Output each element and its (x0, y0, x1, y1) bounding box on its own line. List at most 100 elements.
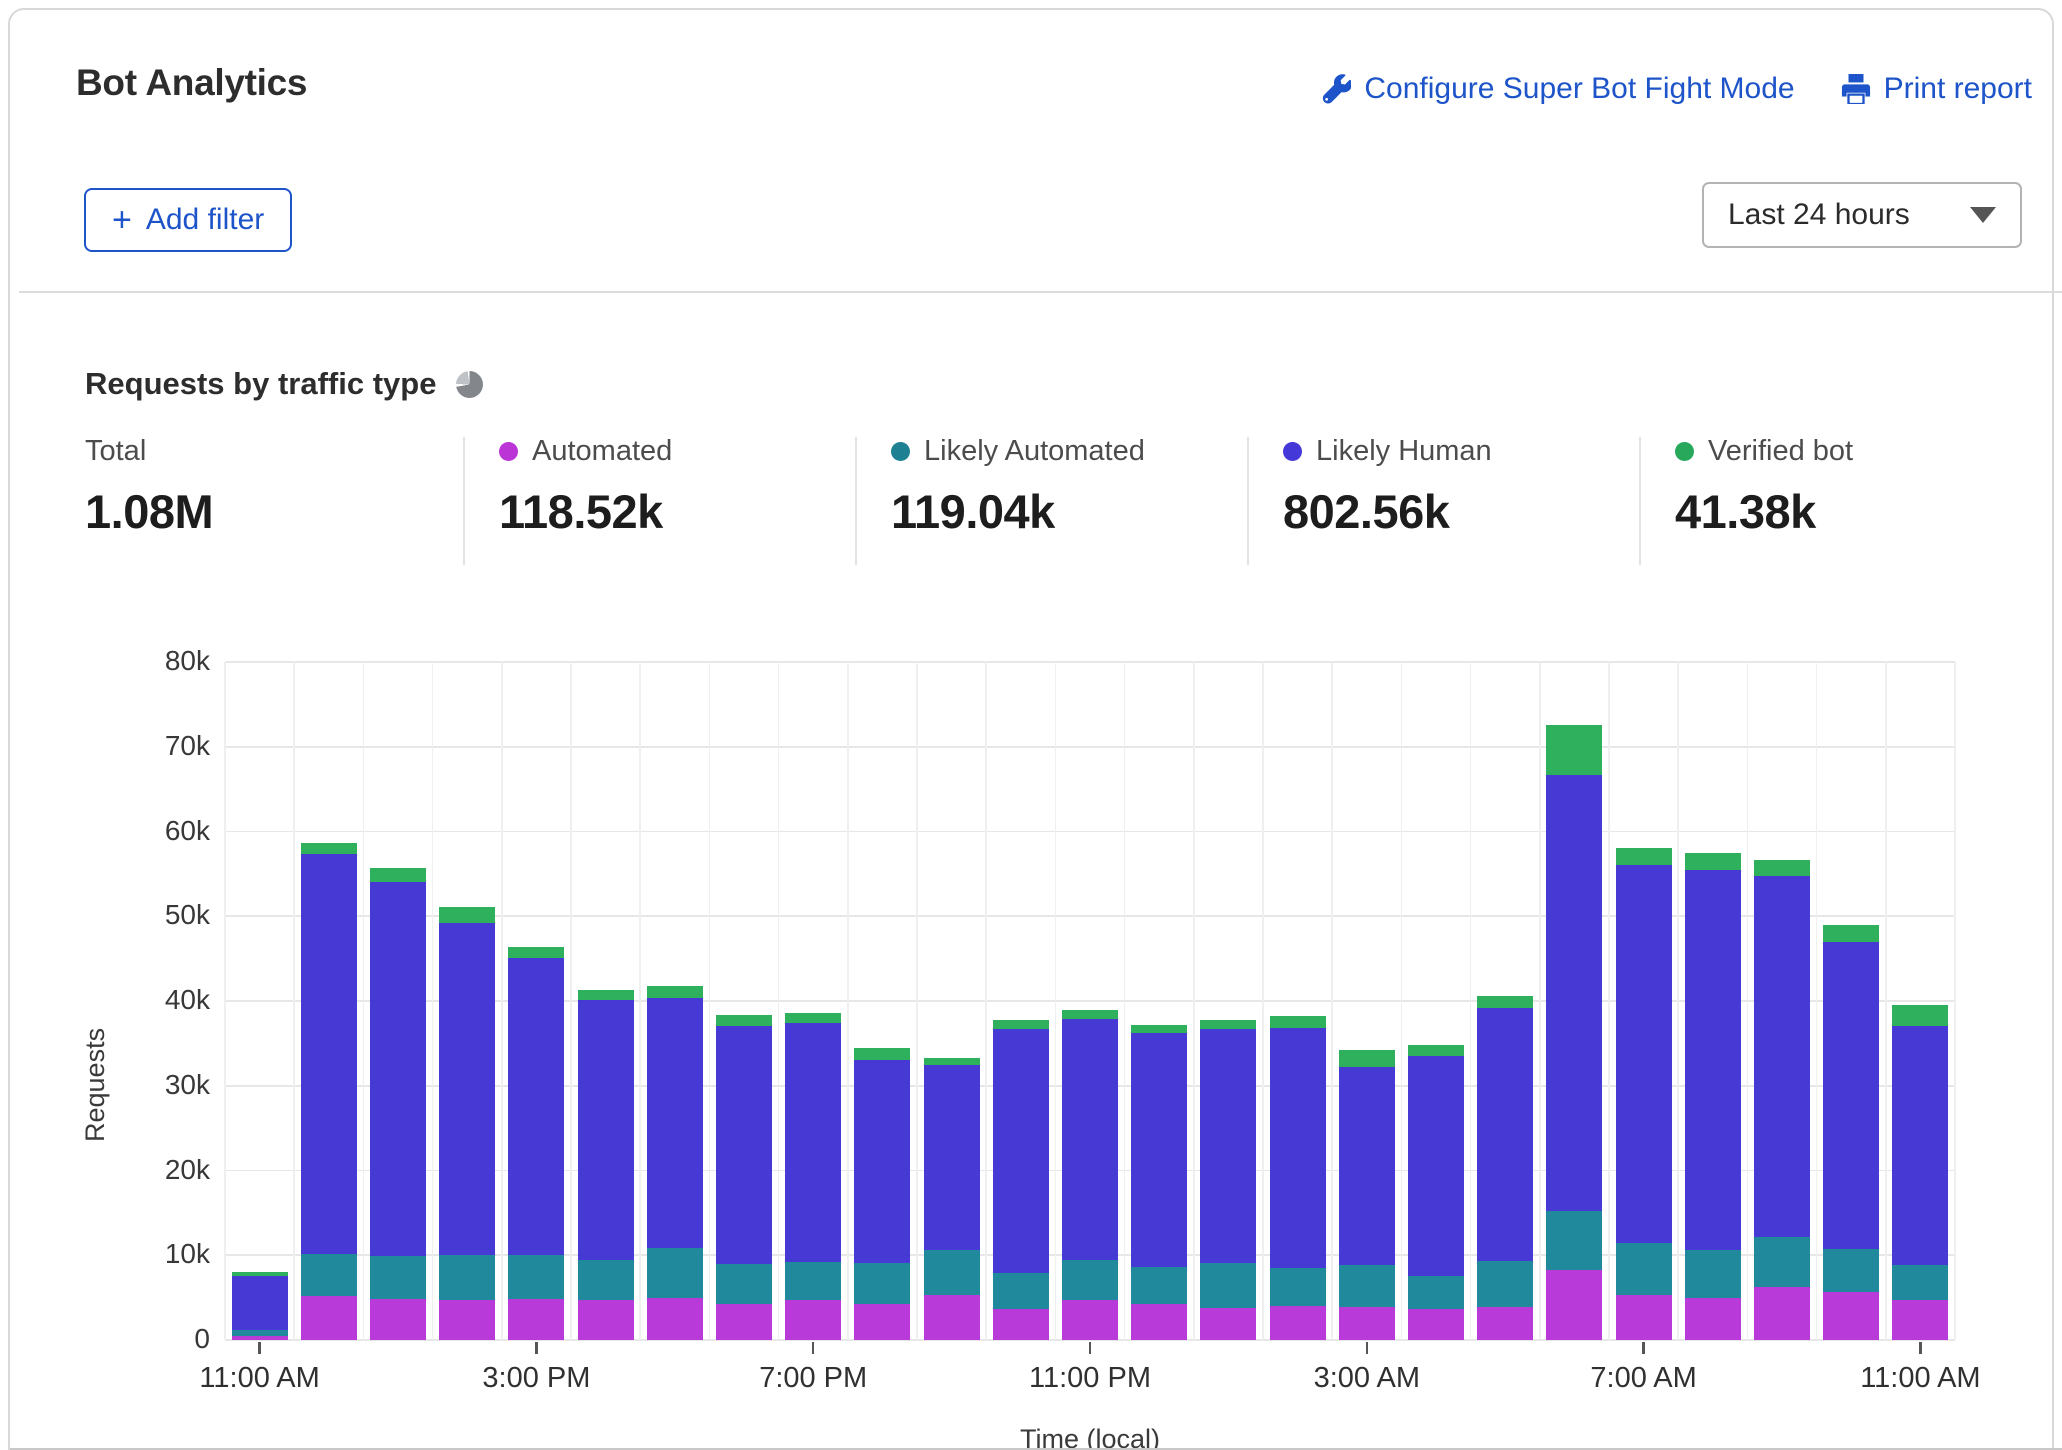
bar-column (785, 1013, 841, 1340)
time-range-value: Last 24 hours (1728, 198, 1910, 232)
stat-likely-human: Likely Human802.56k (1283, 435, 1492, 539)
bar-segment-automated (716, 1304, 772, 1340)
v-gridline (1954, 662, 1956, 1340)
print-link-label: Print report (1884, 72, 2032, 106)
x-axis-tick (1642, 1342, 1645, 1354)
bar-segment-likely-human (854, 1060, 910, 1263)
v-gridline (985, 662, 987, 1340)
bar-segment-automated (301, 1296, 357, 1340)
x-axis-tick (258, 1342, 261, 1354)
bar-segment-automated (1062, 1300, 1118, 1340)
bar-segment-likely-human (1339, 1067, 1395, 1265)
bar-column (1546, 725, 1602, 1340)
bar-segment-automated (854, 1304, 910, 1340)
x-axis-tick (1089, 1342, 1092, 1354)
bar-segment-likely-human (1892, 1026, 1948, 1265)
bar-segment-likely-automated (301, 1254, 357, 1296)
bar-column (508, 947, 564, 1340)
bar-segment-verified-bot (854, 1048, 910, 1059)
v-gridline (778, 662, 780, 1340)
y-axis-tick-label: 20k (95, 1154, 210, 1186)
bar-segment-likely-human (1546, 775, 1602, 1211)
bar-segment-likely-human (924, 1065, 980, 1250)
legend-dot (499, 442, 518, 461)
bar-column (1823, 925, 1879, 1340)
stat-divider (855, 437, 857, 565)
bar-segment-likely-automated (508, 1255, 564, 1299)
bar-segment-automated (508, 1299, 564, 1340)
page-title: Bot Analytics (76, 62, 307, 104)
configure-super-bot-fight-mode-link[interactable]: Configure Super Bot Fight Mode (1321, 72, 1794, 106)
bar-segment-likely-automated (578, 1260, 634, 1299)
bar-segment-verified-bot (370, 868, 426, 882)
y-axis-tick-label: 80k (95, 645, 210, 677)
bar-segment-verified-bot (1339, 1050, 1395, 1067)
h-gridline (225, 661, 1955, 663)
bar-segment-likely-automated (1062, 1260, 1118, 1300)
stat-value: 41.38k (1675, 484, 1853, 539)
bar-segment-automated (439, 1300, 495, 1340)
bar-segment-likely-automated (1477, 1261, 1533, 1307)
bar-segment-verified-bot (1062, 1010, 1118, 1018)
bar-segment-automated (924, 1295, 980, 1340)
bar-segment-automated (1408, 1309, 1464, 1340)
bar-column (1685, 853, 1741, 1340)
y-axis-tick-label: 10k (95, 1238, 210, 1270)
x-axis-tick-label: 7:00 AM (1524, 1362, 1764, 1395)
v-gridline (1331, 662, 1333, 1340)
stat-value: 118.52k (499, 484, 672, 539)
bar-segment-likely-human (1616, 865, 1672, 1243)
y-axis-tick-label: 30k (95, 1069, 210, 1101)
configure-link-label: Configure Super Bot Fight Mode (1364, 72, 1794, 106)
v-gridline (293, 662, 295, 1340)
bar-segment-likely-human (1754, 876, 1810, 1236)
bar-segment-verified-bot (578, 990, 634, 1000)
bar-segment-automated (1823, 1292, 1879, 1340)
bar-segment-verified-bot (1131, 1025, 1187, 1033)
bar-column (1200, 1020, 1256, 1340)
bar-column (1892, 1005, 1948, 1340)
bar-segment-verified-bot (785, 1013, 841, 1023)
bar-segment-likely-human (439, 923, 495, 1255)
bar-segment-likely-human (232, 1276, 288, 1330)
bar-segment-likely-automated (716, 1264, 772, 1304)
stat-label: Total (85, 435, 146, 468)
bar-segment-verified-bot (924, 1058, 980, 1066)
bar-segment-automated (1892, 1300, 1948, 1340)
traffic-type-stats-row: Total1.08MAutomated118.52kLikely Automat… (10, 435, 2062, 570)
stat-likely-automated: Likely Automated119.04k (891, 435, 1145, 539)
bar-segment-likely-human (785, 1023, 841, 1262)
v-gridline (847, 662, 849, 1340)
h-gridline (225, 746, 1955, 748)
h-gridline (225, 831, 1955, 833)
bar-segment-likely-automated (1892, 1265, 1948, 1299)
bar-segment-likely-human (301, 854, 357, 1254)
bar-column (1131, 1025, 1187, 1340)
add-filter-button[interactable]: + Add filter (84, 188, 292, 252)
bar-segment-verified-bot (1546, 725, 1602, 775)
bar-segment-likely-automated (1200, 1263, 1256, 1308)
v-gridline (1677, 662, 1679, 1340)
x-axis-tick (812, 1342, 815, 1354)
stat-value: 1.08M (85, 484, 213, 539)
plus-icon: + (112, 203, 132, 237)
time-range-select[interactable]: Last 24 hours (1702, 182, 2022, 248)
bar-segment-likely-automated (1270, 1268, 1326, 1306)
bar-segment-likely-human (1270, 1028, 1326, 1268)
bar-segment-automated (1754, 1287, 1810, 1340)
bar-segment-verified-bot (1823, 925, 1879, 942)
print-report-link[interactable]: Print report (1841, 72, 2032, 106)
x-axis-title: Time (local) (225, 1424, 1955, 1450)
v-gridline (1401, 662, 1403, 1340)
bar-segment-automated (578, 1300, 634, 1340)
bar-column (1477, 996, 1533, 1340)
bar-column (1270, 1016, 1326, 1340)
bar-segment-likely-automated (370, 1256, 426, 1299)
v-gridline (1262, 662, 1264, 1340)
section-title: Requests by traffic type (85, 366, 436, 402)
bot-analytics-card: Bot Analytics Configure Super Bot Fight … (8, 8, 2054, 1450)
bar-segment-automated (1200, 1308, 1256, 1340)
v-gridline (1539, 662, 1541, 1340)
bar-segment-likely-human (508, 958, 564, 1255)
v-gridline (363, 662, 365, 1340)
